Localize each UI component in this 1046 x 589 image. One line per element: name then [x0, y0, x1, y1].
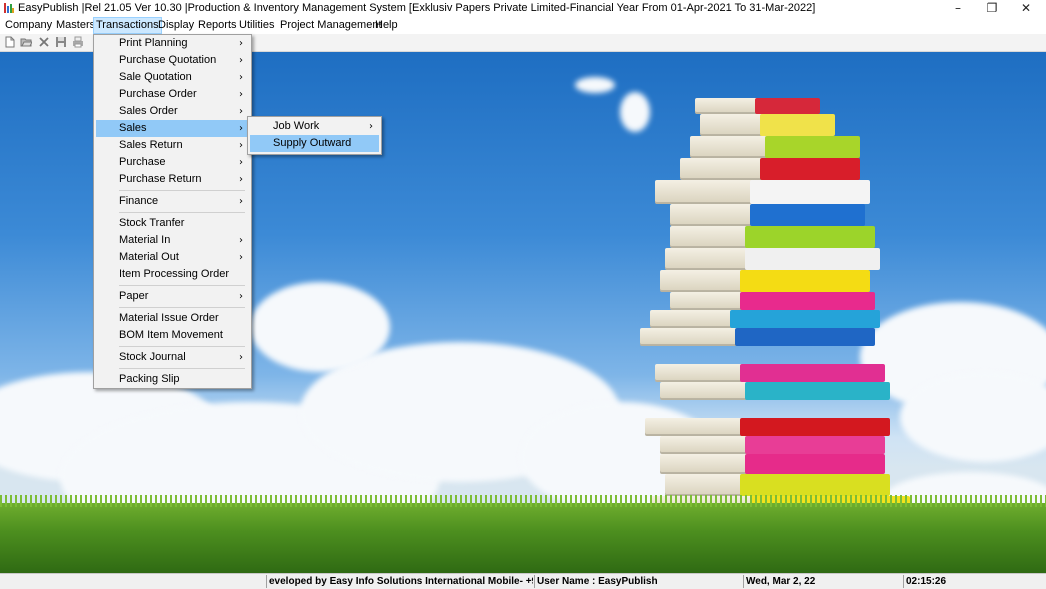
menu-separator	[119, 285, 245, 286]
chevron-right-icon: ›	[239, 157, 243, 168]
menu-item-sales-order[interactable]: Sales Order ›	[96, 103, 249, 120]
menu-help[interactable]: Help	[373, 18, 400, 33]
chevron-right-icon: ›	[239, 140, 243, 151]
chevron-right-icon: ›	[239, 196, 243, 207]
menu-item-job-work[interactable]: Job Work ›	[250, 118, 379, 135]
menu-separator	[119, 368, 245, 369]
menu-separator	[119, 307, 245, 308]
chevron-right-icon: ›	[239, 174, 243, 185]
print-icon[interactable]	[72, 36, 84, 48]
minimize-button[interactable]: –	[941, 0, 975, 17]
menu-item-print-planning[interactable]: Print Planning ›	[96, 35, 249, 52]
menu-item-stock-journal[interactable]: Stock Journal ›	[96, 349, 249, 366]
status-user: User Name : EasyPublish	[534, 575, 743, 588]
menu-reports[interactable]: Reports	[196, 18, 239, 33]
status-developer: eveloped by Easy Info Solutions Internat…	[266, 575, 533, 588]
menu-separator	[119, 346, 245, 347]
status-time: 02:15:26	[903, 575, 1046, 588]
menu-item-sales[interactable]: Sales ›	[96, 120, 249, 137]
menu-item-material-out[interactable]: Material Out ›	[96, 249, 249, 266]
close-button[interactable]: ✕	[1009, 0, 1043, 17]
sales-submenu: Job Work › Supply Outward	[247, 116, 382, 155]
menu-item-supply-outward[interactable]: Supply Outward	[250, 135, 379, 152]
chevron-right-icon: ›	[239, 252, 243, 263]
menu-item-finance[interactable]: Finance ›	[96, 193, 249, 210]
chevron-right-icon: ›	[239, 123, 243, 134]
menu-bar: Company Masters Transactions Display Rep…	[0, 17, 1046, 34]
menu-item-purchase-order[interactable]: Purchase Order ›	[96, 86, 249, 103]
status-bar: eveloped by Easy Info Solutions Internat…	[0, 573, 1046, 589]
transactions-menu: Print Planning › Purchase Quotation › Sale…	[93, 34, 252, 389]
menu-item-item-processing-order[interactable]: Item Processing Order	[96, 266, 249, 283]
chevron-right-icon: ›	[239, 235, 243, 246]
menu-separator	[119, 212, 245, 213]
menu-company[interactable]: Company	[3, 18, 54, 33]
chevron-right-icon: ›	[239, 291, 243, 302]
menu-utilities[interactable]: Utilities	[237, 18, 276, 33]
menu-item-purchase[interactable]: Purchase ›	[96, 154, 249, 171]
menu-item-paper[interactable]: Paper ›	[96, 288, 249, 305]
open-folder-icon[interactable]	[20, 36, 32, 48]
status-date: Wed, Mar 2, 22	[743, 575, 903, 588]
menu-item-sales-return[interactable]: Sales Return ›	[96, 137, 249, 154]
chevron-right-icon: ›	[239, 106, 243, 117]
chevron-right-icon: ›	[239, 38, 243, 49]
menu-item-stock-tranfer[interactable]: Stock Tranfer	[96, 215, 249, 232]
chevron-right-icon: ›	[239, 72, 243, 83]
title-bar: EasyPublish |Rel 21.05 Ver 10.30 |Produc…	[0, 0, 1046, 17]
save-icon[interactable]	[55, 36, 67, 48]
menu-item-sale-quotation[interactable]: Sale Quotation ›	[96, 69, 249, 86]
menu-display[interactable]: Display	[156, 18, 196, 33]
menu-item-packing-slip[interactable]: Packing Slip	[96, 371, 249, 388]
new-document-icon[interactable]	[4, 36, 16, 48]
app-logo-icon	[4, 3, 14, 13]
menu-item-purchase-return[interactable]: Purchase Return ›	[96, 171, 249, 188]
menu-item-material-in[interactable]: Material In ›	[96, 232, 249, 249]
menu-transactions[interactable]: Transactions	[93, 17, 162, 34]
chevron-right-icon: ›	[369, 121, 373, 132]
menu-separator	[119, 190, 245, 191]
menu-item-bom-item-movement[interactable]: BOM Item Movement	[96, 327, 249, 344]
grass	[0, 495, 1046, 573]
chevron-right-icon: ›	[239, 55, 243, 66]
chevron-right-icon: ›	[239, 352, 243, 363]
restore-button[interactable]: ❐	[975, 0, 1009, 17]
menu-project-management[interactable]: Project Management	[278, 18, 384, 33]
delete-icon[interactable]	[38, 36, 50, 48]
chevron-right-icon: ›	[239, 89, 243, 100]
menu-item-purchase-quotation[interactable]: Purchase Quotation ›	[96, 52, 249, 69]
menu-item-material-issue-order[interactable]: Material Issue Order	[96, 310, 249, 327]
menu-masters[interactable]: Masters	[54, 18, 97, 33]
window-title: EasyPublish |Rel 21.05 Ver 10.30 |Produc…	[18, 2, 816, 14]
